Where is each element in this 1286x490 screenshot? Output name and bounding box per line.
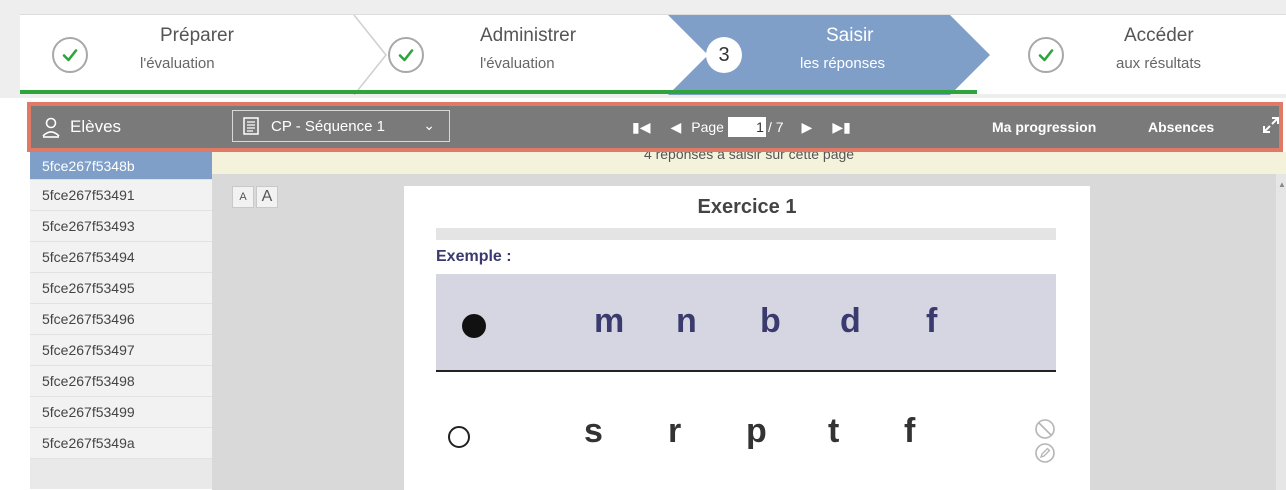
progression-link[interactable]: Ma progression [992, 105, 1096, 149]
page-total: / 7 [767, 119, 784, 135]
student-item[interactable]: 5fce267f53498 [30, 366, 212, 397]
font-size-controls: A A [232, 186, 278, 208]
student-item[interactable]: 5fce267f53494 [30, 242, 212, 273]
title-underline [436, 228, 1056, 240]
student-icon [42, 117, 60, 138]
step-acceder[interactable]: Accéder aux résultats [1000, 15, 1286, 95]
blocked-icon[interactable] [1034, 418, 1056, 440]
steps-track: Préparer l'évaluation Administrer l'éval… [20, 14, 1286, 95]
answer-radio[interactable] [448, 426, 470, 448]
answer-letter[interactable]: s [584, 412, 603, 451]
page-input[interactable] [727, 117, 766, 137]
check-icon [52, 37, 88, 73]
font-smaller-button[interactable]: A [232, 186, 254, 208]
answer-letter[interactable]: r [668, 412, 681, 451]
answer-letter[interactable]: p [746, 412, 767, 451]
progress-line [20, 90, 977, 94]
check-icon [1028, 37, 1064, 73]
student-item[interactable]: 5fce267f53493 [30, 211, 212, 242]
student-item[interactable]: 5fce267f53496 [30, 304, 212, 335]
scroll-up-icon[interactable]: ▲ [1278, 180, 1286, 189]
previous-page-icon[interactable]: ◀ [670, 119, 681, 136]
check-icon [388, 37, 424, 73]
sequence-value: CP - Séquence 1 [271, 117, 385, 135]
student-item[interactable]: 5fce267f53499 [30, 397, 212, 428]
chevron-down-icon: ⌄ [423, 117, 435, 133]
scrollbar[interactable]: ▲ [1276, 174, 1286, 490]
first-page-icon[interactable]: ▮◀ [632, 119, 650, 136]
step-subtitle: les réponses [800, 55, 886, 72]
students-header[interactable]: Elèves [30, 105, 212, 149]
answer-letter[interactable]: f [904, 412, 915, 451]
step-title: Administrer [480, 25, 577, 46]
content-area: 4 réponses à saisir sur cette page A A ▲… [212, 152, 1286, 490]
students-list: 5fce267f5348b 5fce267f53491 5fce267f5349… [30, 152, 212, 490]
app-root: Préparer l'évaluation Administrer l'éval… [0, 0, 1286, 490]
step-administrer[interactable]: Administrer l'évaluation [370, 15, 670, 95]
last-page-icon[interactable]: ▶▮ [832, 119, 850, 136]
example-letter: m [594, 302, 625, 340]
absences-link[interactable]: Absences [1148, 105, 1214, 149]
steps-bar: Préparer l'évaluation Administrer l'éval… [0, 0, 1286, 98]
step-subtitle: l'évaluation [140, 55, 215, 72]
exercise-title: Exercice 1 [697, 196, 797, 218]
font-larger-button[interactable]: A [256, 186, 278, 208]
example-letter: n [676, 302, 697, 340]
step-title: Accéder [1124, 25, 1194, 46]
answers-banner: 4 réponses à saisir sur cette page [212, 152, 1286, 174]
step-saisir[interactable]: 3 Saisir les réponses [700, 15, 980, 95]
example-box [436, 274, 1056, 370]
document-icon [243, 117, 259, 135]
student-item[interactable]: 5fce267f53491 [30, 180, 212, 211]
step-title: Saisir [826, 25, 874, 46]
example-letter: d [840, 302, 861, 340]
students-label: Elèves [70, 117, 122, 136]
step-subtitle: aux résultats [1116, 55, 1202, 72]
exercise-sheet: Exercice 1 Exemple : m n b d f s r p t f [404, 186, 1090, 490]
example-label: Exemple : [436, 248, 512, 265]
next-page-icon[interactable]: ▶ [802, 119, 813, 136]
selected-radio [462, 314, 486, 338]
student-item[interactable]: 5fce267f5349a [30, 428, 212, 459]
pagination: ▮◀ ◀ Page / 7 ▶ ▶▮ [622, 105, 861, 149]
example-divider [436, 370, 1056, 372]
answer-letter[interactable]: t [828, 412, 839, 451]
step-subtitle: l'évaluation [480, 55, 555, 72]
student-item-active[interactable]: 5fce267f5348b [30, 152, 212, 180]
expand-icon[interactable] [1260, 114, 1282, 136]
example-letter: f [926, 302, 938, 340]
page-label: Page [691, 119, 724, 135]
sequence-select[interactable]: CP - Séquence 1 ⌄ [232, 110, 450, 142]
step-number-badge: 3 [706, 37, 742, 73]
sidebar-footer [30, 459, 212, 489]
step-title: Préparer [160, 25, 234, 46]
step-preparer[interactable]: Préparer l'évaluation [20, 15, 370, 95]
example-letter: b [760, 302, 781, 340]
student-item[interactable]: 5fce267f53497 [30, 335, 212, 366]
edit-icon[interactable] [1034, 442, 1056, 464]
student-item[interactable]: 5fce267f53495 [30, 273, 212, 304]
